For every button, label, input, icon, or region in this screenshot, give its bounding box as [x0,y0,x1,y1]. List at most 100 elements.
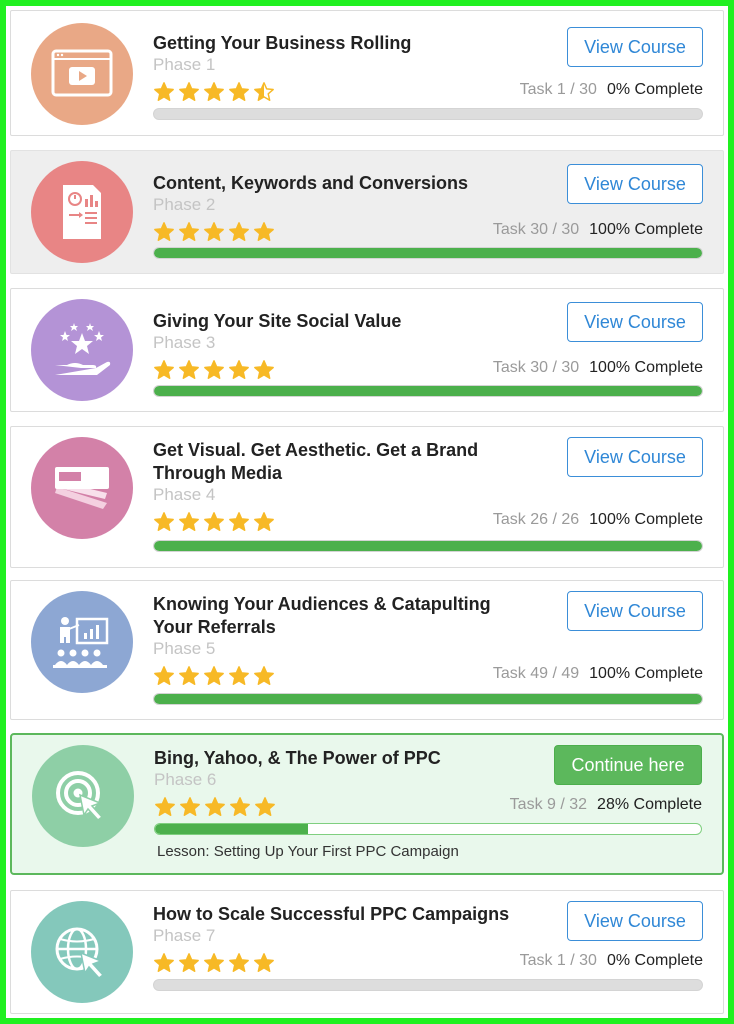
phase-label: Phase 1 [153,55,216,74]
target-click-icon [32,745,134,847]
star-full-icon [254,666,274,685]
course-title: How to Scale Successful PPC Campaigns [153,904,510,924]
progress-fill [154,386,702,396]
percent-complete: 100% Complete [589,511,703,528]
progress-info: Task 1 / 30 0% Complete [520,952,703,970]
current-lesson-link[interactable]: Lesson: Setting Up Your First PPC Campai… [157,843,459,860]
star-full-icon [254,222,274,241]
star-full-icon [204,512,224,531]
star-full-icon [229,82,249,101]
progress-bar [153,108,703,120]
star-half-icon [254,82,274,101]
star-full-icon [204,360,224,379]
view-course-button[interactable]: View Course [567,591,703,631]
course-title: Giving Your Site Social Value [153,311,402,331]
globe-cursor-icon [31,901,133,1003]
star-full-icon [204,222,224,241]
task-count: Task 26 / 26 [492,511,580,528]
view-course-button[interactable]: View Course [567,302,703,342]
percent-complete: 0% Complete [606,952,703,969]
phase-label: Phase 2 [153,195,216,214]
star-full-icon [204,953,224,972]
rating-stars [153,511,275,533]
rating-stars [153,952,275,974]
course-title: Content, Keywords and Conversions [153,173,469,193]
task-count: Task 9 / 32 [509,796,588,813]
progress-fill [154,541,702,551]
course-title: Knowing Your Audiences & Catapulting You… [153,594,491,637]
course-title: Get Visual. Get Aesthetic. Get a Brand T… [153,440,479,483]
star-full-icon [180,797,200,816]
progress-info: Task 1 / 30 0% Complete [520,81,703,99]
video-player-icon [31,23,133,125]
rating-stars [154,796,276,818]
course-title: Getting Your Business Rolling [153,33,412,53]
view-course-button[interactable]: View Course [567,164,703,204]
course-card-phase-1: Getting Your Business Rolling Phase 1 Vi… [10,10,724,136]
view-course-button[interactable]: View Course [567,27,703,67]
star-full-icon [179,360,199,379]
presentation-audience-icon [31,591,133,693]
progress-info: Task 9 / 32 28% Complete [510,796,702,814]
star-full-icon [229,360,249,379]
star-full-icon [204,82,224,101]
progress-info: Task 30 / 30 100% Complete [493,221,703,239]
progress-fill [154,694,702,704]
star-full-icon [154,953,174,972]
percent-complete: 0% Complete [606,81,703,98]
star-full-icon [179,953,199,972]
progress-bar [153,693,703,705]
star-full-icon [229,222,249,241]
course-card-phase-3: Giving Your Site Social Value Phase 3 Vi… [10,288,724,412]
percent-complete: 28% Complete [597,796,702,813]
phase-label: Phase 4 [153,485,216,504]
progress-fill [154,248,702,258]
progress-info: Task 26 / 26 100% Complete [493,511,703,529]
star-full-icon [154,82,174,101]
progress-bar [153,979,703,991]
task-count: Task 1 / 30 [519,952,597,969]
star-full-icon [179,82,199,101]
star-full-icon [154,222,174,241]
star-full-icon [255,797,275,816]
star-full-icon [254,360,274,379]
phase-label: Phase 7 [153,926,216,945]
progress-info: Task 30 / 30 100% Complete [493,359,703,377]
color-swatch-icon [31,437,133,539]
view-course-button[interactable]: View Course [567,437,703,477]
star-full-icon [205,797,225,816]
task-count: Task 30 / 30 [492,221,580,238]
star-full-icon [154,360,174,379]
star-full-icon [154,666,174,685]
progress-fill [155,824,308,834]
star-full-icon [229,512,249,531]
phase-label: Phase 5 [153,639,216,658]
report-document-icon [31,161,133,263]
continue-here-button[interactable]: Continue here [554,745,702,785]
task-count: Task 30 / 30 [492,359,580,376]
star-full-icon [229,666,249,685]
course-card-phase-7: How to Scale Successful PPC Campaigns Ph… [10,890,724,1014]
percent-complete: 100% Complete [589,221,703,238]
star-full-icon [254,512,274,531]
progress-bar [153,385,703,397]
star-full-icon [179,512,199,531]
course-title: Bing, Yahoo, & The Power of PPC [154,748,441,768]
course-card-phase-5: Knowing Your Audiences & Catapulting You… [10,580,724,720]
view-course-button[interactable]: View Course [567,901,703,941]
phase-label: Phase 6 [154,770,217,789]
course-card-phase-2: Content, Keywords and Conversions Phase … [10,150,724,274]
star-full-icon [229,953,249,972]
task-count: Task 1 / 30 [519,81,597,98]
percent-complete: 100% Complete [589,359,703,376]
phase-label: Phase 3 [153,333,216,352]
stars-hand-icon [31,299,133,401]
star-full-icon [204,666,224,685]
star-full-icon [154,512,174,531]
star-full-icon [254,953,274,972]
task-count: Task 49 / 49 [492,665,580,682]
rating-stars [153,221,275,243]
progress-bar [154,823,702,835]
rating-stars [153,359,275,381]
star-full-icon [179,222,199,241]
